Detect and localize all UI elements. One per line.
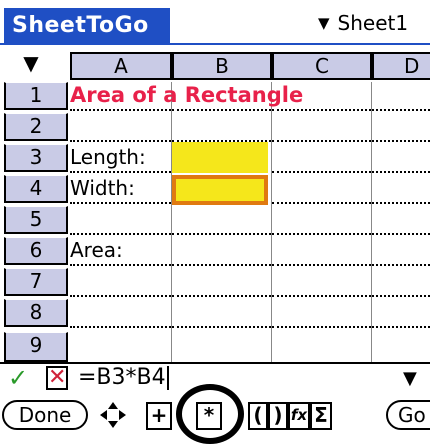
cell-b5[interactable] xyxy=(172,204,271,235)
cell-a5[interactable] xyxy=(70,204,171,235)
cell-a7[interactable] xyxy=(70,266,171,297)
formula-dropdown-triangle-icon[interactable]: ▼ xyxy=(403,368,417,389)
cell-a3[interactable]: Length: xyxy=(70,142,171,173)
formula-text: =B3*B4 xyxy=(78,365,166,390)
cell-c2[interactable] xyxy=(272,111,371,142)
cell-a1[interactable]: Area of a Rectangle xyxy=(70,80,303,111)
cell-c8[interactable] xyxy=(272,297,371,328)
sum-button[interactable]: Σ xyxy=(310,402,332,430)
cell-b2[interactable] xyxy=(172,111,271,142)
row-header-8[interactable]: 8 xyxy=(4,299,68,327)
cell-c3[interactable] xyxy=(272,142,371,173)
row-header-9[interactable]: 9 xyxy=(4,332,68,362)
cell-d6[interactable] xyxy=(372,235,430,266)
cell-d1[interactable] xyxy=(372,80,430,111)
column-header-d[interactable]: D xyxy=(372,52,430,80)
title-divider xyxy=(0,43,430,45)
cell-b4-selected[interactable] xyxy=(172,175,268,205)
cell-d8[interactable] xyxy=(372,297,430,328)
cell-c4[interactable] xyxy=(272,173,371,204)
cell-b6[interactable] xyxy=(172,235,271,266)
text-cursor xyxy=(166,366,169,390)
cancel-x-icon[interactable]: ✕ xyxy=(46,366,68,390)
formula-input[interactable]: =B3*B4 xyxy=(78,364,169,392)
open-paren-button[interactable]: ( xyxy=(248,402,268,430)
column-header-a[interactable]: A xyxy=(70,52,172,80)
cell-a6[interactable]: Area: xyxy=(70,235,171,266)
cell-b3[interactable] xyxy=(172,142,268,173)
cell-d2[interactable] xyxy=(372,111,430,142)
cell-a2[interactable] xyxy=(70,111,171,142)
cell-a4[interactable]: Width: xyxy=(70,173,171,204)
cell-d3[interactable] xyxy=(372,142,430,173)
accept-check-icon[interactable]: ✓ xyxy=(8,366,30,390)
row-header-5[interactable]: 5 xyxy=(4,206,68,234)
cell-b7[interactable] xyxy=(172,266,271,297)
sheet-name: Sheet1 xyxy=(337,11,409,35)
tap-highlight-circle xyxy=(176,384,244,444)
close-paren-button[interactable]: ) xyxy=(268,402,288,430)
cell-a8[interactable] xyxy=(70,297,171,328)
row-header-7[interactable]: 7 xyxy=(4,268,68,296)
cell-c6[interactable] xyxy=(272,235,371,266)
row-header-3[interactable]: 3 xyxy=(4,144,68,172)
cell-navigation-arrows-icon[interactable] xyxy=(96,398,130,432)
row-header-2[interactable]: 2 xyxy=(4,113,68,141)
title-bar: SheetToGo ▼ Sheet1 xyxy=(0,0,430,45)
row-header-1[interactable]: 1 xyxy=(4,82,68,110)
column-header-b[interactable]: B xyxy=(172,52,272,80)
dropdown-triangle-icon: ▼ xyxy=(318,14,330,32)
cell-d7[interactable] xyxy=(372,266,430,297)
sheet-selector[interactable]: ▼ Sheet1 xyxy=(318,8,408,38)
cell-b1[interactable] xyxy=(172,80,271,111)
column-header-c[interactable]: C xyxy=(272,52,372,80)
function-button[interactable]: fx xyxy=(288,402,310,430)
go-button[interactable]: Go xyxy=(386,400,430,430)
cell-c5[interactable] xyxy=(272,204,371,235)
cell-d5[interactable] xyxy=(372,204,430,235)
select-all-triangle-icon[interactable]: ▼ xyxy=(4,52,58,76)
row-header-6[interactable]: 6 xyxy=(4,237,68,265)
cell-c7[interactable] xyxy=(272,266,371,297)
cell-b8[interactable] xyxy=(172,297,271,328)
cell-c1[interactable] xyxy=(272,80,371,111)
plus-operator-button[interactable]: + xyxy=(146,402,172,430)
row-header-4[interactable]: 4 xyxy=(4,175,68,203)
cell-d4[interactable] xyxy=(372,173,430,204)
done-button[interactable]: Done xyxy=(2,400,88,430)
app-title[interactable]: SheetToGo xyxy=(4,8,170,44)
